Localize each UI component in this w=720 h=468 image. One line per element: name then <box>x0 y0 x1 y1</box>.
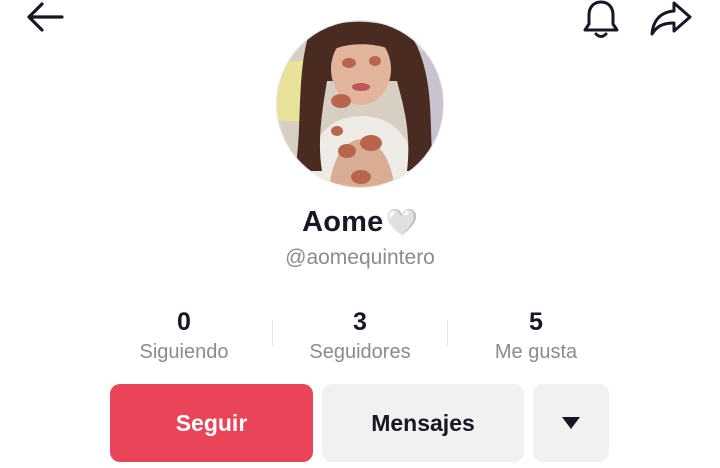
following-count: 0 <box>177 308 191 336</box>
display-name-row: Aome 🤍 <box>0 200 720 244</box>
likes-count: 5 <box>529 308 543 336</box>
share-button[interactable] <box>648 0 694 38</box>
caret-down-icon <box>562 417 580 429</box>
username: @aomequintero <box>285 246 435 269</box>
avatar[interactable] <box>276 20 444 188</box>
follow-button[interactable]: Seguir <box>110 384 313 462</box>
white-heart-icon: 🤍 <box>385 207 418 237</box>
display-name: Aome <box>302 205 384 238</box>
bell-icon <box>583 0 619 38</box>
profile-stats: 0 Siguiendo 3 Seguidores 5 Me gusta <box>0 306 720 370</box>
more-options-button[interactable] <box>533 384 609 462</box>
followers-label: Seguidores <box>309 341 411 363</box>
stat-likes[interactable]: 5 Me gusta <box>446 306 626 366</box>
message-button[interactable]: Mensajes <box>322 384 524 462</box>
profile-actions: Seguir Mensajes <box>0 384 720 462</box>
stat-followers[interactable]: 3 Seguidores <box>270 306 450 366</box>
following-label: Siguiendo <box>139 341 229 363</box>
notifications-button[interactable] <box>580 0 622 40</box>
followers-count: 3 <box>353 308 367 336</box>
share-arrow-icon <box>650 1 692 36</box>
arrow-left-icon <box>27 2 64 32</box>
stat-following[interactable]: 0 Siguiendo <box>94 306 274 366</box>
back-button[interactable] <box>22 0 68 36</box>
likes-label: Me gusta <box>494 341 578 363</box>
profile-photo <box>277 21 443 187</box>
